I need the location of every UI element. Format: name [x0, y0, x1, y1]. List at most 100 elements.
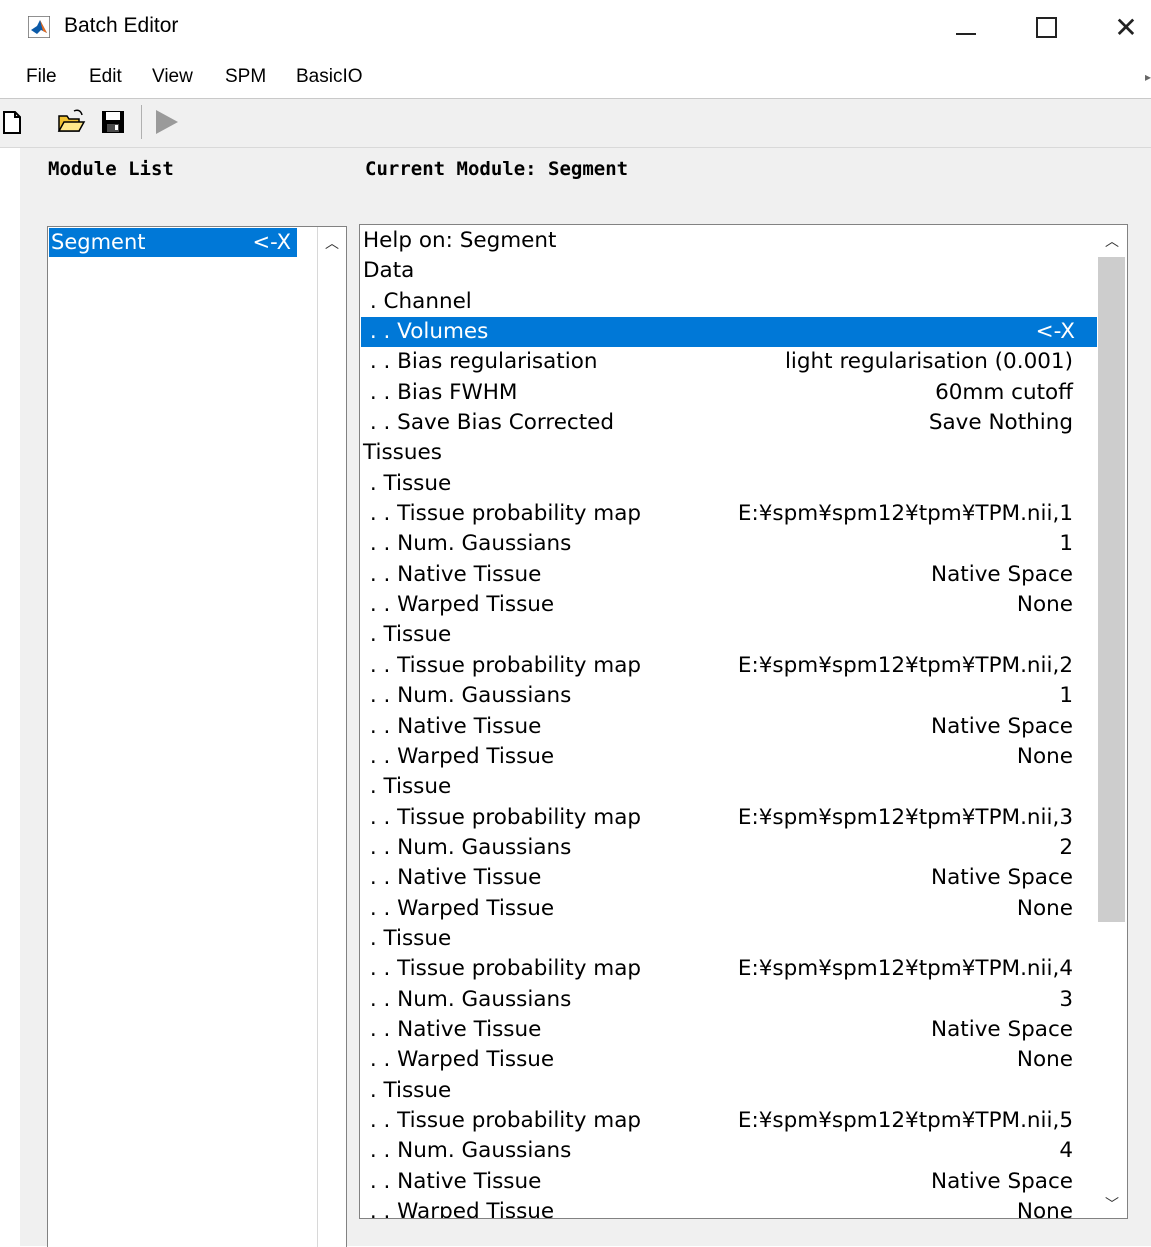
chevron-up-icon[interactable]: ︿	[1105, 231, 1119, 251]
module-row[interactable]: . Channel	[361, 287, 1097, 317]
module-row-label: . . Warped Tissue	[363, 1199, 555, 1219]
module-row[interactable]: . . Native Tissue Native Space	[361, 1167, 1097, 1197]
menu-overflow-icon[interactable]: ▸	[1145, 70, 1151, 84]
module-row-label: . . Native Tissue	[363, 1168, 542, 1194]
module-row-value: None	[1016, 1199, 1073, 1219]
module-row-label: . . Bias regularisation	[363, 349, 598, 375]
module-row[interactable]: . . Num. Gaussians 3	[361, 985, 1097, 1015]
module-row-value: Native Space	[931, 1168, 1073, 1194]
module-row-label: . . Tissue probability map	[363, 804, 642, 830]
scroll-thumb[interactable]	[1098, 257, 1125, 922]
module-row[interactable]: . . Tissue probability map E:¥spm¥spm12¥t…	[361, 499, 1097, 529]
module-row-value: Native Space	[931, 713, 1073, 739]
module-list[interactable]: Segment <-X ︿	[47, 226, 347, 1247]
title-bar[interactable]: Batch Editor ✕	[0, 0, 1151, 54]
module-row[interactable]: . . Bias FWHM 60mm cutoff	[361, 378, 1097, 408]
new-file-icon[interactable]	[0, 107, 26, 137]
close-button[interactable]: ✕	[1108, 10, 1144, 44]
module-row-value: None	[1016, 743, 1073, 769]
module-row-value: 60mm cutoff	[935, 379, 1073, 405]
module-row[interactable]: Tissues	[361, 438, 1097, 468]
module-row[interactable]: Help on: Segment	[361, 226, 1097, 256]
module-row-label: . . Volumes	[363, 319, 489, 345]
module-row-value: Save Nothing	[928, 410, 1073, 436]
module-row-label: . . Num. Gaussians	[363, 1138, 572, 1164]
module-row-value: E:¥spm¥spm12¥tpm¥TPM.nii,5	[737, 1107, 1073, 1133]
module-row-value: 2	[1059, 834, 1073, 860]
module-row[interactable]: . . Tissue probability map E:¥spm¥spm12¥t…	[361, 803, 1097, 833]
module-row[interactable]: . . Warped Tissue None	[361, 1045, 1097, 1075]
maximize-button[interactable]	[1028, 10, 1064, 44]
menu-file[interactable]: File	[26, 66, 57, 88]
module-row-value: 3	[1059, 986, 1073, 1012]
module-row[interactable]: . . Num. Gaussians 1	[361, 681, 1097, 711]
module-row-value: E:¥spm¥spm12¥tpm¥TPM.nii,1	[737, 501, 1073, 527]
module-row-label: . Tissue	[363, 925, 452, 951]
chevron-up-icon[interactable]: ︿	[325, 233, 339, 253]
module-row-label: . . Tissue probability map	[363, 652, 642, 678]
module-row[interactable]: . . Native Tissue Native Space	[361, 560, 1097, 590]
toolbar	[0, 99, 1151, 148]
module-row-label: . . Warped Tissue	[363, 592, 555, 618]
module-row-label: . . Warped Tissue	[363, 1047, 555, 1073]
module-list-item-marker: <-X	[252, 230, 291, 254]
menu-spm[interactable]: SPM	[225, 66, 266, 88]
module-row-value: 1	[1059, 531, 1073, 557]
minimize-button[interactable]	[948, 10, 984, 44]
module-row[interactable]: . . Warped Tissue None	[361, 590, 1097, 620]
module-list-item[interactable]: Segment <-X	[49, 228, 297, 257]
module-row-label: . . Tissue probability map	[363, 1107, 642, 1133]
module-row[interactable]: . . Num. Gaussians 2	[361, 833, 1097, 863]
module-row[interactable]: . . Tissue probability map E:¥spm¥spm12¥t…	[361, 1106, 1097, 1136]
open-folder-icon[interactable]	[56, 107, 86, 137]
save-icon[interactable]	[98, 107, 128, 137]
module-row[interactable]: . . Num. Gaussians 1	[361, 529, 1097, 559]
module-row[interactable]: . Tissue	[361, 924, 1097, 954]
module-row-label: . Channel	[363, 288, 472, 314]
module-row-label: . Tissue	[363, 470, 452, 496]
module-row[interactable]: . Tissue	[361, 469, 1097, 499]
menu-view[interactable]: View	[152, 66, 193, 88]
module-list-scrollbar[interactable]: ︿	[317, 227, 346, 1247]
module-row-label: . . Native Tissue	[363, 1016, 542, 1042]
module-row[interactable]: Data	[361, 256, 1097, 286]
module-row[interactable]: . . Num. Gaussians 4	[361, 1136, 1097, 1166]
menu-edit[interactable]: Edit	[89, 66, 122, 88]
module-row[interactable]: . . Volumes <-X	[361, 317, 1097, 348]
module-row[interactable]: . . Native Tissue Native Space	[361, 863, 1097, 893]
module-row[interactable]: . . Warped Tissue None	[361, 894, 1097, 924]
module-row-label: . Tissue	[363, 774, 452, 800]
module-row[interactable]: . . Bias regularisation light regularisat…	[361, 347, 1097, 377]
module-row[interactable]: . . Warped Tissue None	[361, 742, 1097, 772]
module-row[interactable]: . . Warped Tissue None	[361, 1197, 1097, 1219]
module-row-label: . Tissue	[363, 622, 452, 648]
module-row-value: 4	[1059, 1138, 1073, 1164]
current-module-list[interactable]: Help on: Segment Data . Channel . . Volum…	[359, 224, 1128, 1219]
module-row-label: . . Num. Gaussians	[363, 986, 572, 1012]
module-row-label: . . Warped Tissue	[363, 743, 555, 769]
module-row-value: <-X	[1035, 319, 1075, 345]
module-row-label: Help on: Segment	[363, 228, 557, 253]
run-icon[interactable]	[151, 107, 181, 137]
module-row[interactable]: . Tissue	[361, 772, 1097, 802]
module-row-label: . . Tissue probability map	[363, 956, 642, 982]
module-row[interactable]: . . Native Tissue Native Space	[361, 712, 1097, 742]
module-row-label: . . Bias FWHM	[363, 379, 518, 405]
module-row-value: Native Space	[931, 1016, 1073, 1042]
module-row[interactable]: . . Tissue probability map E:¥spm¥spm12¥t…	[361, 651, 1097, 681]
module-row[interactable]: . Tissue	[361, 1076, 1097, 1106]
module-row-label: Tissues	[363, 440, 442, 466]
module-row[interactable]: . . Save Bias Corrected Save Nothing	[361, 408, 1097, 438]
current-module-rows: Help on: Segment Data . Channel . . Volum…	[361, 226, 1097, 1219]
module-row-label: . . Warped Tissue	[363, 895, 555, 921]
chevron-down-icon[interactable]: ﹀	[1105, 1194, 1119, 1214]
current-module-heading: Current Module: Segment	[365, 158, 629, 180]
module-list-heading: Module List	[48, 158, 174, 180]
menu-basicio[interactable]: BasicIO	[296, 66, 363, 88]
module-row-label: . . Native Tissue	[363, 865, 542, 891]
module-list-item-label: Segment	[51, 230, 146, 254]
module-row[interactable]: . Tissue	[361, 620, 1097, 650]
current-module-scrollbar[interactable]: ︿ ﹀	[1098, 225, 1127, 1218]
module-row[interactable]: . . Tissue probability map E:¥spm¥spm12¥t…	[361, 954, 1097, 984]
module-row[interactable]: . . Native Tissue Native Space	[361, 1015, 1097, 1045]
